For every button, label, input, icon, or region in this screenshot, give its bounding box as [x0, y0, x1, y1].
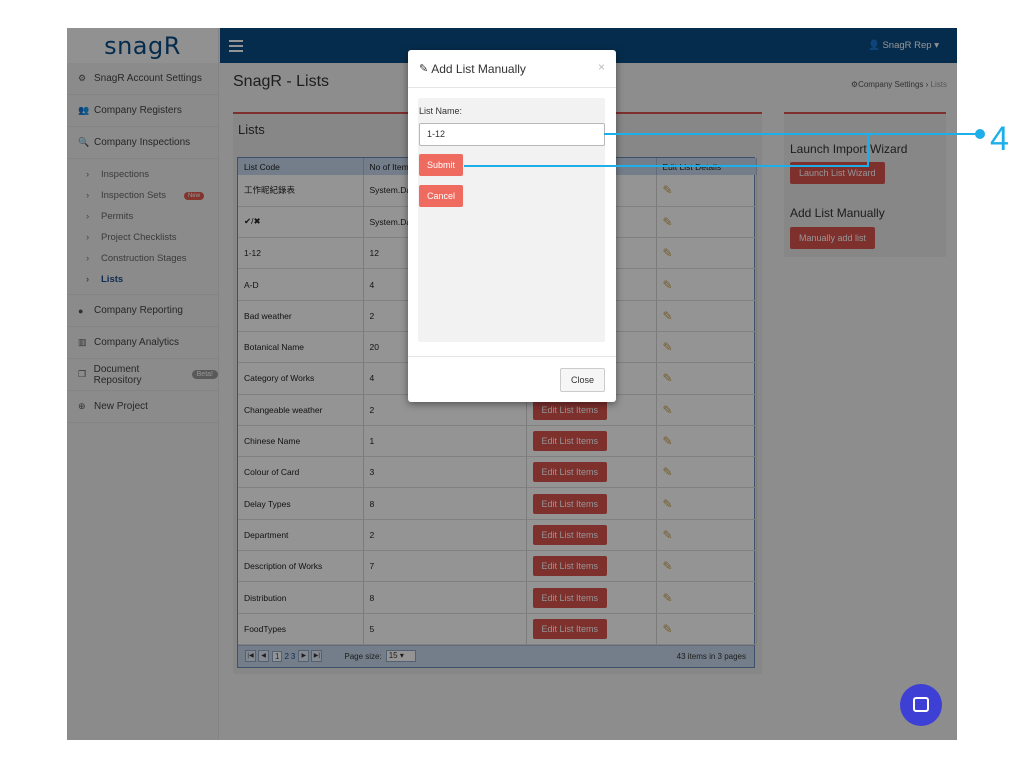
submit-button[interactable]: Submit [419, 154, 464, 176]
modal-body: List Name: 1-12 Submit Cancel [418, 98, 605, 342]
list-name-label: List Name: [419, 106, 463, 116]
callout-number: 4 [990, 120, 1009, 158]
chat-help-button[interactable] [900, 684, 942, 726]
chat-icon [913, 697, 929, 712]
close-icon[interactable]: × [598, 60, 605, 74]
add-list-modal: ✎ Add List Manually × List Name: 1-12 Su… [408, 50, 616, 402]
modal-footer: Close [408, 356, 616, 402]
modal-header: ✎ Add List Manually [408, 50, 616, 88]
list-name-input[interactable]: 1-12 [419, 123, 605, 146]
modal-title: Add List Manually [431, 61, 526, 76]
cancel-button[interactable]: Cancel [419, 185, 464, 207]
edit-icon: ✎ [419, 63, 429, 75]
close-button[interactable]: Close [559, 368, 605, 392]
